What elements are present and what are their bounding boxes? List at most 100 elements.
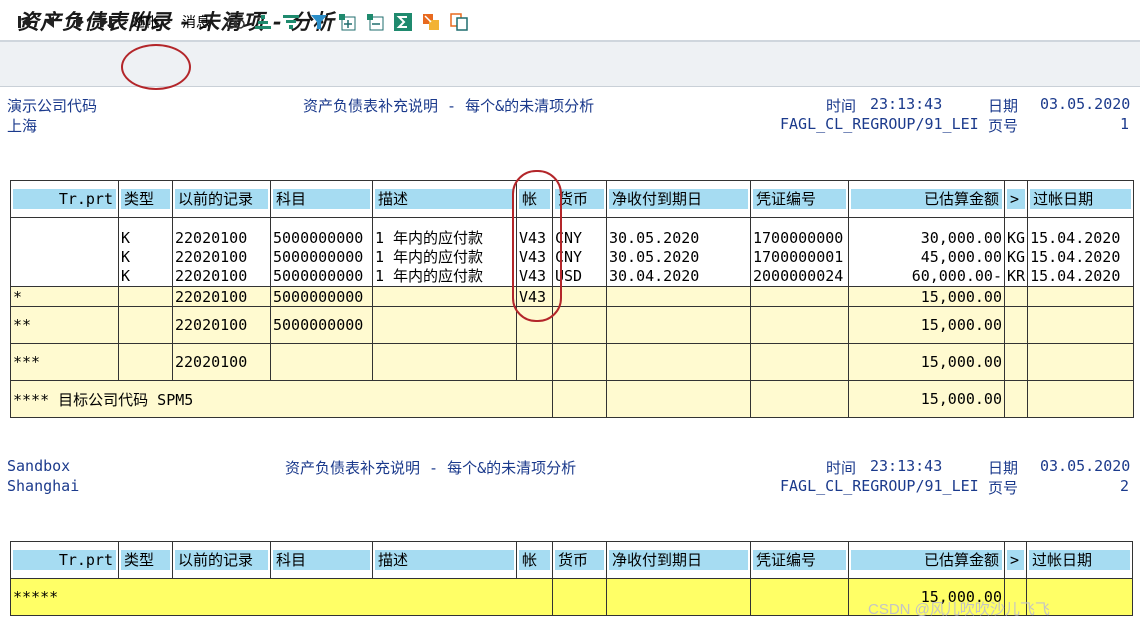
filter-icon[interactable]	[308, 10, 330, 34]
col-indicator[interactable]: >	[1007, 550, 1024, 570]
col-description[interactable]: 描述	[375, 550, 514, 570]
table-cell[interactable]: USD	[555, 267, 604, 286]
col-currency[interactable]: 货币	[555, 189, 604, 209]
messages-button[interactable]: 消息	[178, 10, 214, 34]
table-cell[interactable]: 15.04.2020	[1030, 229, 1131, 248]
export-icon[interactable]	[420, 10, 442, 34]
subtotal-amount: 15,000.00	[848, 306, 1005, 344]
company-code-label: Sandbox	[7, 457, 71, 475]
sort-desc-icon[interactable]	[280, 10, 302, 34]
col-previous-record[interactable]: 以前的记录	[175, 550, 268, 570]
col-type[interactable]: 类型	[121, 550, 170, 570]
col-previous-record[interactable]: 以前的记录	[175, 189, 268, 209]
col-account[interactable]: 科目	[273, 189, 370, 209]
date-value: 03.05.2020	[1040, 457, 1131, 475]
col-ledger[interactable]: 帐	[519, 550, 550, 570]
table-header-row: Tr.prt 类型 以前的记录 科目 描述 帐 货币 净收付到期日 凭证编号 已…	[10, 180, 1135, 218]
col-description[interactable]: 描述	[375, 189, 514, 209]
table-cell[interactable]: 5000000000	[273, 267, 370, 286]
table-cell[interactable]: 15.04.2020	[1030, 267, 1131, 286]
table-cell[interactable]: 30.04.2020	[609, 267, 748, 286]
col-trading-partner[interactable]: Tr.prt	[13, 189, 116, 209]
col-net-due-date[interactable]: 净收付到期日	[609, 550, 748, 570]
table-cell[interactable]: KR	[1007, 267, 1025, 286]
col-valuated-amount[interactable]: 已估算金额	[851, 550, 1002, 570]
sum-icon[interactable]	[392, 10, 414, 34]
date-label: 日期	[988, 459, 1019, 477]
col-document-number[interactable]: 凭证编号	[753, 189, 846, 209]
table-cell[interactable]: 45,000.00	[851, 248, 1002, 267]
table-cell[interactable]: KG	[1007, 248, 1025, 267]
company-code-label: 演示公司代码	[7, 97, 98, 115]
table-cell[interactable]: 22020100	[175, 267, 268, 286]
col-type[interactable]: 类型	[121, 189, 170, 209]
table-cell[interactable]: 30.05.2020	[609, 229, 748, 248]
watermark: CSDN @风儿吹吹沙儿飞飞	[868, 601, 1050, 618]
city-label: 上海	[7, 117, 38, 135]
table-cell[interactable]: 22020100	[175, 229, 268, 248]
table-cell[interactable]: 1 年内的应付款	[375, 229, 514, 248]
page-number: 2	[1120, 477, 1130, 495]
collapse-icon[interactable]	[364, 10, 386, 34]
col-currency[interactable]: 货币	[555, 550, 604, 570]
col-trading-partner[interactable]: Tr.prt	[13, 550, 116, 570]
page-number: 1	[1120, 115, 1130, 133]
table-cell: 22020100	[172, 343, 271, 381]
last-page-icon[interactable]	[96, 10, 116, 34]
company-subtotal-label: **** 目标公司代码 SPM5	[10, 380, 553, 418]
subtotal-row-level3[interactable]: *** 22020100 15,000.00	[10, 343, 1135, 381]
glasses-icon[interactable]	[224, 10, 246, 34]
table-cell[interactable]: K	[121, 229, 170, 248]
col-valuated-amount[interactable]: 已估算金额	[851, 189, 1002, 209]
first-page-icon[interactable]	[14, 10, 34, 34]
grand-total-marker: *****	[10, 578, 553, 616]
table-cell[interactable]: CNY	[555, 248, 604, 267]
table-cell: 22020100	[172, 306, 271, 344]
table-cell[interactable]: 1 年内的应付款	[375, 248, 514, 267]
report-title: 资产负债表补充说明 - 每个&的未清项分析	[303, 97, 595, 115]
sort-asc-icon[interactable]	[252, 10, 274, 34]
table-cell[interactable]: 30,000.00	[851, 229, 1002, 248]
prev-page-icon[interactable]	[40, 10, 60, 34]
copy-icon[interactable]	[448, 10, 470, 34]
table-cell[interactable]: 60,000.00-	[851, 267, 1002, 286]
subtotal-row-level4[interactable]: **** 目标公司代码 SPM5 15,000.00	[10, 380, 1135, 418]
subtotal-marker: *	[10, 286, 119, 307]
col-net-due-date[interactable]: 净收付到期日	[609, 189, 748, 209]
table-cell[interactable]: 30.05.2020	[609, 248, 748, 267]
table-cell[interactable]: 5000000000	[273, 229, 370, 248]
table-header-row: Tr.prt 类型 以前的记录 科目 描述 帐 货币 净收付到期日 凭证编号 已…	[10, 541, 1133, 579]
table-cell[interactable]: 1 年内的应付款	[375, 267, 514, 286]
next-page-icon[interactable]	[70, 10, 90, 34]
subtotal-amount: 15,000.00	[848, 380, 1005, 418]
expand-icon[interactable]	[336, 10, 358, 34]
table-cell[interactable]: 5000000000	[273, 248, 370, 267]
table-cell[interactable]: 15.04.2020	[1030, 248, 1131, 267]
table-cell[interactable]: KG	[1007, 229, 1025, 248]
subtotal-amount: 15,000.00	[848, 286, 1005, 307]
subtotal-row-level2[interactable]: ** 22020100 5000000000 15,000.00	[10, 306, 1135, 344]
table-cell[interactable]: 2000000024	[753, 267, 846, 286]
table-cell[interactable]: K	[121, 248, 170, 267]
post-button[interactable]: 过帐	[128, 10, 162, 34]
title-bar: 资产负债表附录 - 未清项 - 分析	[0, 0, 1140, 42]
table-cell[interactable]: CNY	[555, 229, 604, 248]
table-cell: 5000000000	[270, 306, 373, 344]
table-cell[interactable]: K	[121, 267, 170, 286]
subtotal-row-level1[interactable]: * 22020100 5000000000 V43 15,000.00	[10, 286, 1135, 307]
subtotal-marker: ***	[10, 343, 119, 381]
highlight-oval-ledger	[512, 170, 562, 322]
col-indicator[interactable]: >	[1007, 189, 1026, 209]
table-cell[interactable]: 1700000001	[753, 248, 846, 267]
col-posting-date[interactable]: 过帐日期	[1029, 550, 1130, 570]
col-document-number[interactable]: 凭证编号	[753, 550, 846, 570]
time-value: 23:13:43	[870, 457, 943, 475]
col-account[interactable]: 科目	[273, 550, 370, 570]
table-cell[interactable]: 22020100	[175, 248, 268, 267]
col-posting-date[interactable]: 过帐日期	[1030, 189, 1132, 209]
time-label: 时间	[826, 459, 857, 477]
table-cell[interactable]: 1700000000	[753, 229, 846, 248]
city-label: Shanghai	[7, 477, 80, 495]
subtotal-amount: 15,000.00	[848, 343, 1005, 381]
open-items-table: Tr.prt 类型 以前的记录 科目 描述 帐 货币 净收付到期日 凭证编号 已…	[10, 180, 1135, 418]
